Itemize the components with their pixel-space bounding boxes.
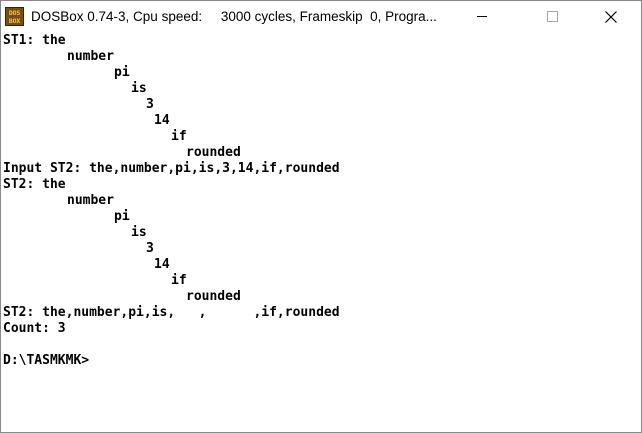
console-line: is (131, 225, 147, 240)
command-prompt[interactable]: D:\TASMKMK> (3, 353, 89, 369)
console-line: if (171, 273, 187, 288)
console-line: ST2: the (3, 177, 66, 192)
console-line: number (67, 193, 114, 208)
console-line: pi (114, 209, 130, 224)
minimize-icon (477, 16, 487, 17)
console-line: is (131, 81, 147, 96)
console-line: ST1: the (3, 33, 66, 48)
icon-text-top: DOS (8, 9, 21, 17)
maximize-button[interactable] (529, 1, 575, 32)
close-icon (605, 10, 617, 23)
title-bar[interactable]: DOS BOX DOSBox 0.74-3, Cpu speed: 3000 c… (1, 1, 641, 32)
close-button[interactable] (588, 1, 634, 32)
window-title: DOSBox 0.74-3, Cpu speed: 3000 cycles, F… (31, 9, 437, 24)
maximize-icon (546, 11, 558, 22)
console-line: 3 (146, 97, 154, 112)
console-line: if (171, 129, 187, 144)
console-line: number (67, 49, 114, 64)
dosbox-window: DOS BOX DOSBox 0.74-3, Cpu speed: 3000 c… (0, 0, 642, 433)
console-line: rounded (186, 145, 241, 160)
console-line: ST2: the,number,pi,is, , ,if,rounded (3, 305, 340, 320)
console-line: 14 (154, 113, 170, 128)
console-line: 14 (154, 257, 170, 272)
console-line: 3 (146, 241, 154, 256)
dosbox-icon[interactable]: DOS BOX (5, 7, 24, 26)
console-line: pi (114, 65, 130, 80)
icon-text-bottom: BOX (8, 17, 21, 25)
console-line: Count: 3 (3, 321, 66, 336)
minimize-button[interactable] (459, 1, 505, 32)
dos-console[interactable]: ST1: the number pi is 3 14 if rounded In… (1, 32, 641, 432)
console-line: Input ST2: the,number,pi,is,3,14,if,roun… (3, 161, 340, 176)
console-line: rounded (186, 289, 241, 304)
